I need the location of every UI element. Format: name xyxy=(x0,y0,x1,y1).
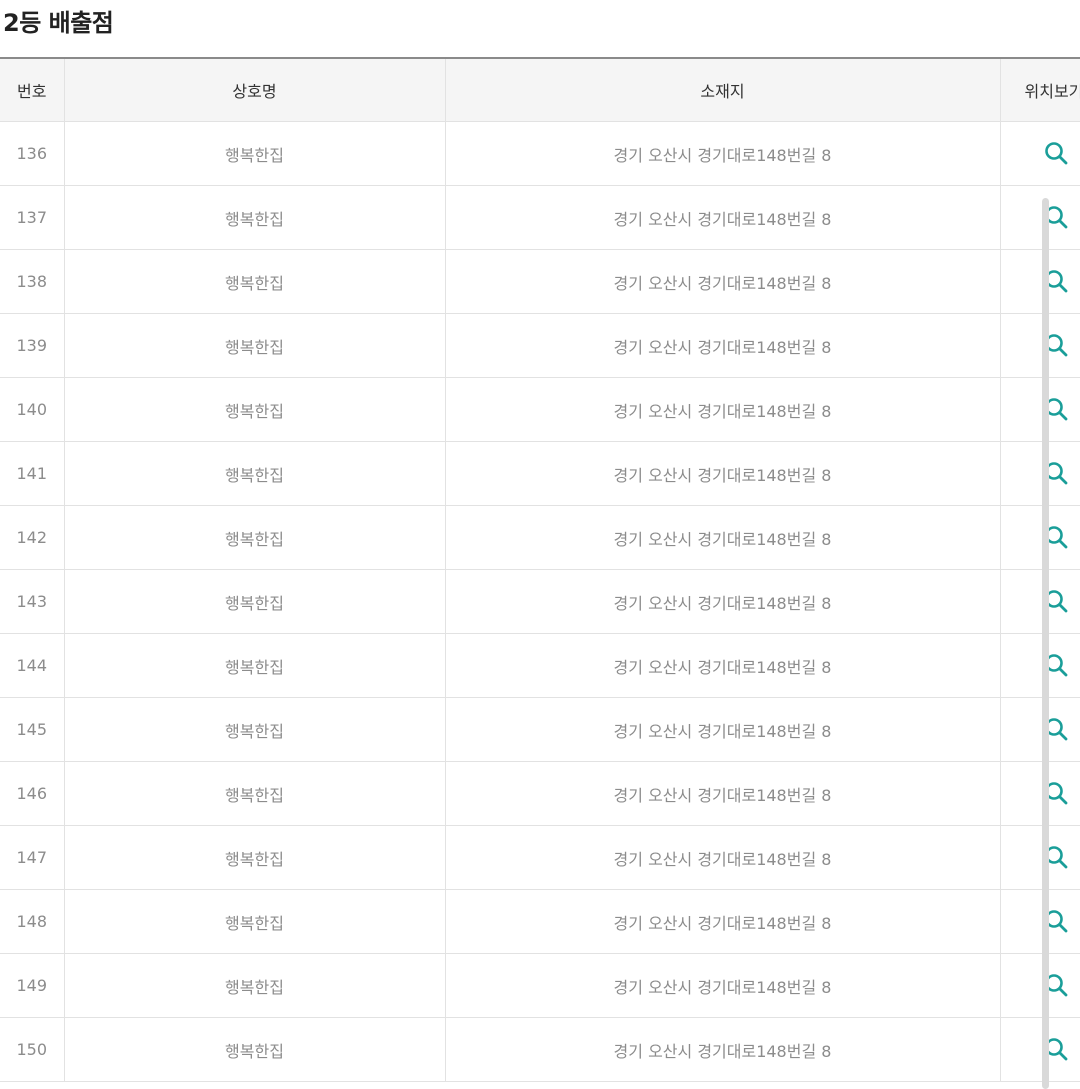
cell-location xyxy=(1000,1017,1080,1082)
cell-store-name: 행복한집 xyxy=(64,121,446,186)
cell-store-name: 행복한집 xyxy=(64,505,446,570)
cell-store-name: 행복한집 xyxy=(64,953,446,1018)
cell-number: 138 xyxy=(0,249,65,314)
table-row: 143 행복한집 경기 오산시 경기대로148번길 8 xyxy=(0,569,1080,634)
cell-address: 경기 오산시 경기대로148번길 8 xyxy=(445,505,1001,570)
cell-store-name: 행복한집 xyxy=(64,697,446,762)
cell-address: 경기 오산시 경기대로148번길 8 xyxy=(445,633,1001,698)
table-row: 145 행복한집 경기 오산시 경기대로148번길 8 xyxy=(0,697,1080,762)
cell-location xyxy=(1000,825,1080,890)
cell-address: 경기 오산시 경기대로148번길 8 xyxy=(445,825,1001,890)
winners-table: 번호 상호명 소재지 위치보기 136 행복한집 경기 오산시 경기대로148번길 … xyxy=(0,57,1080,1082)
cell-store-name: 행복한집 xyxy=(64,569,446,634)
cell-address: 경기 오산시 경기대로148번길 8 xyxy=(445,249,1001,314)
page-title: 2등 배출점 xyxy=(3,9,114,37)
table-row: 139 행복한집 경기 오산시 경기대로148번길 8 xyxy=(0,313,1080,378)
cell-number: 146 xyxy=(0,761,65,826)
column-header-store-name: 상호명 xyxy=(64,58,446,122)
cell-store-name: 행복한집 xyxy=(64,441,446,506)
table-row: 142 행복한집 경기 오산시 경기대로148번길 8 xyxy=(0,505,1080,570)
cell-address: 경기 오산시 경기대로148번길 8 xyxy=(445,185,1001,250)
cell-store-name: 행복한집 xyxy=(64,313,446,378)
cell-location xyxy=(1000,249,1080,314)
header-row: 번호 상호명 소재지 위치보기 xyxy=(0,58,1080,122)
cell-number: 141 xyxy=(0,441,65,506)
cell-store-name: 행복한집 xyxy=(64,1017,446,1082)
cell-address: 경기 오산시 경기대로148번길 8 xyxy=(445,377,1001,442)
cell-location xyxy=(1000,569,1080,634)
cell-address: 경기 오산시 경기대로148번길 8 xyxy=(445,761,1001,826)
cell-number: 147 xyxy=(0,825,65,890)
cell-location xyxy=(1000,377,1080,442)
cell-store-name: 행복한집 xyxy=(64,633,446,698)
cell-location xyxy=(1000,441,1080,506)
cell-address: 경기 오산시 경기대로148번길 8 xyxy=(445,121,1001,186)
table-row: 149 행복한집 경기 오산시 경기대로148번길 8 xyxy=(0,953,1080,1018)
table-row: 146 행복한집 경기 오산시 경기대로148번길 8 xyxy=(0,761,1080,826)
cell-number: 145 xyxy=(0,697,65,762)
table-header: 번호 상호명 소재지 위치보기 xyxy=(0,58,1080,122)
cell-address: 경기 오산시 경기대로148번길 8 xyxy=(445,697,1001,762)
column-header-address: 소재지 xyxy=(445,58,1001,122)
cell-number: 144 xyxy=(0,633,65,698)
column-header-number: 번호 xyxy=(0,58,65,122)
cell-store-name: 행복한집 xyxy=(64,377,446,442)
table-row: 148 행복한집 경기 오산시 경기대로148번길 8 xyxy=(0,889,1080,954)
cell-number: 137 xyxy=(0,185,65,250)
cell-location xyxy=(1000,889,1080,954)
cell-location xyxy=(1000,761,1080,826)
cell-store-name: 행복한집 xyxy=(64,825,446,890)
column-header-location: 위치보기 xyxy=(1000,58,1080,122)
cell-address: 경기 오산시 경기대로148번길 8 xyxy=(445,313,1001,378)
cell-location xyxy=(1000,505,1080,570)
table-row: 147 행복한집 경기 오산시 경기대로148번길 8 xyxy=(0,825,1080,890)
table-row: 144 행복한집 경기 오산시 경기대로148번길 8 xyxy=(0,633,1080,698)
cell-store-name: 행복한집 xyxy=(64,249,446,314)
table-row: 136 행복한집 경기 오산시 경기대로148번길 8 xyxy=(0,121,1080,186)
table-row: 150 행복한집 경기 오산시 경기대로148번길 8 xyxy=(0,1017,1080,1082)
table-row: 138 행복한집 경기 오산시 경기대로148번길 8 xyxy=(0,249,1080,314)
cell-address: 경기 오산시 경기대로148번길 8 xyxy=(445,1017,1001,1082)
cell-location xyxy=(1000,185,1080,250)
cell-location xyxy=(1000,633,1080,698)
winners-table-container: 번호 상호명 소재지 위치보기 136 행복한집 경기 오산시 경기대로148번길 … xyxy=(0,57,1080,1089)
cell-number: 143 xyxy=(0,569,65,634)
cell-location xyxy=(1000,121,1080,186)
cell-number: 149 xyxy=(0,953,65,1018)
cell-location xyxy=(1000,697,1080,762)
cell-number: 140 xyxy=(0,377,65,442)
search-icon xyxy=(1044,141,1067,164)
cell-store-name: 행복한집 xyxy=(64,761,446,826)
cell-store-name: 행복한집 xyxy=(64,889,446,954)
table-row: 141 행복한집 경기 오산시 경기대로148번길 8 xyxy=(0,441,1080,506)
cell-location xyxy=(1000,953,1080,1018)
view-location-button[interactable] xyxy=(1041,138,1071,168)
table-body: 136 행복한집 경기 오산시 경기대로148번길 8 137 행복한집 경기 오산시 경… xyxy=(0,121,1080,1082)
cell-address: 경기 오산시 경기대로148번길 8 xyxy=(445,889,1001,954)
cell-number: 139 xyxy=(0,313,65,378)
cell-location xyxy=(1000,313,1080,378)
cell-number: 150 xyxy=(0,1017,65,1082)
cell-store-name: 행복한집 xyxy=(64,185,446,250)
cell-number: 148 xyxy=(0,889,65,954)
table-row: 137 행복한집 경기 오산시 경기대로148번길 8 xyxy=(0,185,1080,250)
cell-number: 136 xyxy=(0,121,65,186)
cell-address: 경기 오산시 경기대로148번길 8 xyxy=(445,569,1001,634)
cell-address: 경기 오산시 경기대로148번길 8 xyxy=(445,953,1001,1018)
cell-address: 경기 오산시 경기대로148번길 8 xyxy=(445,441,1001,506)
cell-number: 142 xyxy=(0,505,65,570)
scrollbar[interactable] xyxy=(1042,198,1049,1089)
table-row: 140 행복한집 경기 오산시 경기대로148번길 8 xyxy=(0,377,1080,442)
